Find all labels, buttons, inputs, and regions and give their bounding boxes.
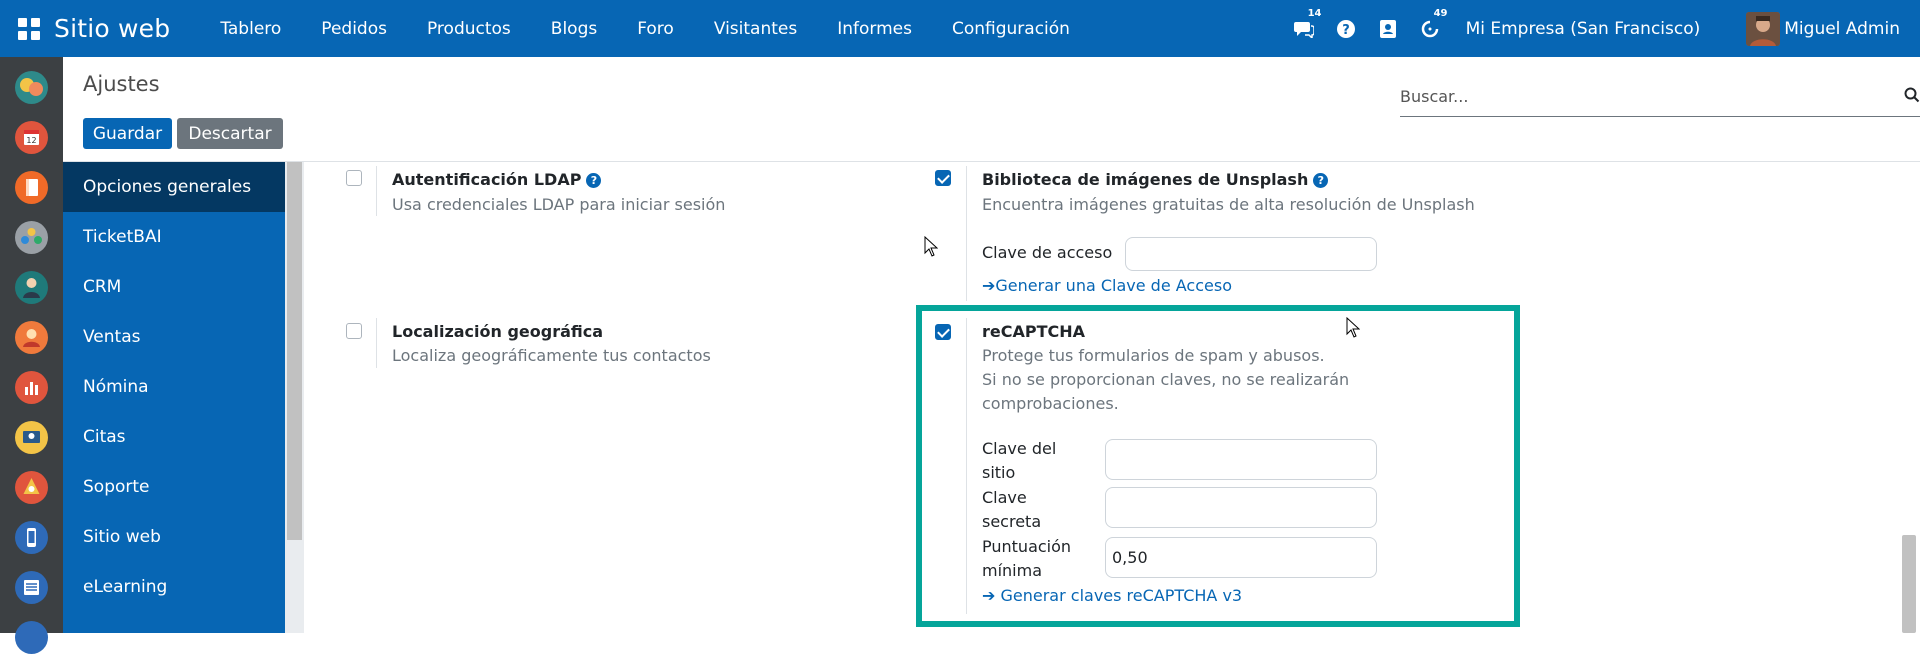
- recaptcha-secret-key-input[interactable]: [1105, 487, 1377, 528]
- recaptcha-score-label-1: Puntuación: [982, 537, 1072, 556]
- settings-nav-general[interactable]: Opciones generales: [63, 162, 285, 212]
- settings-nav-elearning[interactable]: eLearning: [63, 562, 285, 612]
- settings-nav-ticketbai[interactable]: TicketBAI: [63, 212, 285, 262]
- settings-sidebar-scroll-thumb[interactable]: [287, 162, 302, 540]
- arrow-right-icon: ➔: [982, 586, 1001, 605]
- geolocation-checkbox[interactable]: [346, 323, 362, 339]
- settings-nav-ventas[interactable]: Ventas: [63, 312, 285, 362]
- company-switcher[interactable]: Mi Empresa (San Francisco): [1466, 19, 1701, 39]
- activity-badge: 49: [1431, 7, 1450, 19]
- menu-item-informes[interactable]: Informes: [817, 19, 932, 39]
- recaptcha-min-score-input[interactable]: [1105, 537, 1377, 578]
- divider: [966, 166, 967, 301]
- save-button[interactable]: Guardar: [83, 118, 172, 149]
- recaptcha-score-label-2: mínima: [982, 561, 1043, 580]
- recaptcha-site-key-label-2: sitio: [982, 463, 1016, 482]
- unsplash-generate-key-link[interactable]: ➔Generar una Clave de Acceso: [982, 276, 1232, 295]
- sales-app-icon[interactable]: [15, 321, 48, 354]
- search-bar: [1400, 77, 1920, 117]
- unsplash-access-key-label: Clave de acceso: [982, 243, 1113, 262]
- geolocation-setting-title: Localización geográfica: [392, 322, 604, 341]
- menu-item-foro[interactable]: Foro: [617, 19, 694, 39]
- main-menu: Tablero Pedidos Productos Blogs Foro Vis…: [200, 19, 1090, 39]
- recaptcha-description-2: Si no se proporcionan claves, no se real…: [982, 370, 1350, 389]
- mouse-cursor-icon: [1346, 317, 1360, 338]
- contacts-icon[interactable]: [1376, 17, 1400, 41]
- control-panel: Ajustes Guardar Descartar: [63, 57, 1920, 162]
- page-title: Ajustes: [83, 72, 160, 96]
- svg-text:12: 12: [26, 136, 36, 145]
- recaptcha-secret-label-1: Clave: [982, 488, 1027, 507]
- team-app-icon[interactable]: [15, 221, 48, 254]
- unsplash-help-icon[interactable]: ?: [1313, 173, 1329, 188]
- arrow-right-icon: ➔: [982, 276, 996, 295]
- menu-item-configuracion[interactable]: Configuración: [932, 19, 1090, 39]
- chat-icon[interactable]: 14: [1292, 7, 1324, 41]
- settings-sidebar: Opciones generales TicketBAI CRM Ventas …: [63, 162, 285, 633]
- top-navbar: Sitio web Tablero Pedidos Productos Blog…: [0, 0, 1920, 57]
- search-icon[interactable]: [1904, 87, 1920, 107]
- menu-item-pedidos[interactable]: Pedidos: [301, 19, 407, 39]
- svg-text:?: ?: [1342, 23, 1350, 38]
- recaptcha-site-key-input[interactable]: [1105, 439, 1377, 480]
- ldap-checkbox[interactable]: [346, 170, 362, 186]
- avatar[interactable]: [1746, 11, 1781, 46]
- helpdesk-app-icon[interactable]: [15, 471, 48, 504]
- unsplash-title-text: Biblioteca de imágenes de Unsplash: [982, 170, 1309, 189]
- unsplash-description: Encuentra imágenes gratuitas de alta res…: [982, 195, 1475, 214]
- settings-nav-soporte[interactable]: Soporte: [63, 462, 285, 512]
- user-menu[interactable]: Miguel Admin: [1784, 19, 1900, 39]
- more-app-icon[interactable]: [15, 621, 48, 654]
- ldap-description: Usa credenciales LDAP para iniciar sesió…: [392, 195, 726, 214]
- unsplash-link-text: Generar una Clave de Acceso: [995, 276, 1232, 295]
- recaptcha-description-3: comprobaciones.: [982, 394, 1119, 413]
- recaptcha-link-text: Generar claves reCAPTCHA v3: [1000, 586, 1243, 605]
- divider: [966, 318, 967, 614]
- notes-app-icon[interactable]: [15, 171, 48, 204]
- mouse-cursor-icon: [924, 236, 938, 257]
- discard-button[interactable]: Descartar: [177, 118, 283, 149]
- recaptcha-setting-title: reCAPTCHA: [982, 322, 1086, 341]
- settings-nav-nomina[interactable]: Nómina: [63, 362, 285, 412]
- website-app-icon[interactable]: [15, 521, 48, 554]
- appointments-app-icon[interactable]: [15, 421, 48, 454]
- recaptcha-checkbox[interactable]: [935, 324, 951, 340]
- help-icon[interactable]: ?: [1334, 17, 1358, 41]
- calendar-app-icon[interactable]: 12: [15, 121, 48, 154]
- divider: [376, 318, 377, 368]
- settings-nav-crm[interactable]: CRM: [63, 262, 285, 312]
- ldap-setting-title: Autentificación LDAP?: [392, 170, 602, 189]
- unsplash-setting-title: Biblioteca de imágenes de Unsplash?: [982, 170, 1329, 189]
- app-rail: 12: [0, 57, 63, 654]
- activity-icon[interactable]: 49: [1418, 7, 1450, 41]
- app-title[interactable]: Sitio web: [54, 14, 170, 43]
- discuss-app-icon[interactable]: [15, 71, 48, 104]
- elearning-app-icon[interactable]: [15, 571, 48, 604]
- apps-menu-icon[interactable]: [18, 17, 40, 40]
- systray: 14 ? 49 Mi Empresa (San Francisco) Migue…: [1292, 0, 1920, 57]
- ldap-help-icon[interactable]: ?: [586, 173, 602, 188]
- menu-item-visitantes[interactable]: Visitantes: [694, 19, 817, 39]
- divider: [376, 166, 377, 216]
- menu-item-tablero[interactable]: Tablero: [200, 19, 301, 39]
- unsplash-access-key-input[interactable]: [1125, 237, 1377, 271]
- ldap-title-text: Autentificación LDAP: [392, 170, 582, 189]
- reports-app-icon[interactable]: [15, 371, 48, 404]
- menu-item-productos[interactable]: Productos: [407, 19, 531, 39]
- unsplash-checkbox[interactable]: [935, 170, 951, 186]
- search-input[interactable]: [1400, 87, 1904, 106]
- settings-nav-citas[interactable]: Citas: [63, 412, 285, 462]
- chat-badge: 14: [1305, 7, 1324, 19]
- content-scroll-thumb[interactable]: [1902, 535, 1916, 633]
- recaptcha-generate-keys-link[interactable]: ➔ Generar claves reCAPTCHA v3: [982, 586, 1242, 605]
- recaptcha-description-1: Protege tus formularios de spam y abusos…: [982, 346, 1325, 365]
- geolocation-description: Localiza geográficamente tus contactos: [392, 346, 711, 365]
- settings-nav-sitio-web[interactable]: Sitio web: [63, 512, 285, 562]
- recaptcha-secret-label-2: secreta: [982, 512, 1042, 531]
- menu-item-blogs[interactable]: Blogs: [531, 19, 617, 39]
- employees-app-icon[interactable]: [15, 271, 48, 304]
- recaptcha-site-key-label-1: Clave del: [982, 439, 1057, 458]
